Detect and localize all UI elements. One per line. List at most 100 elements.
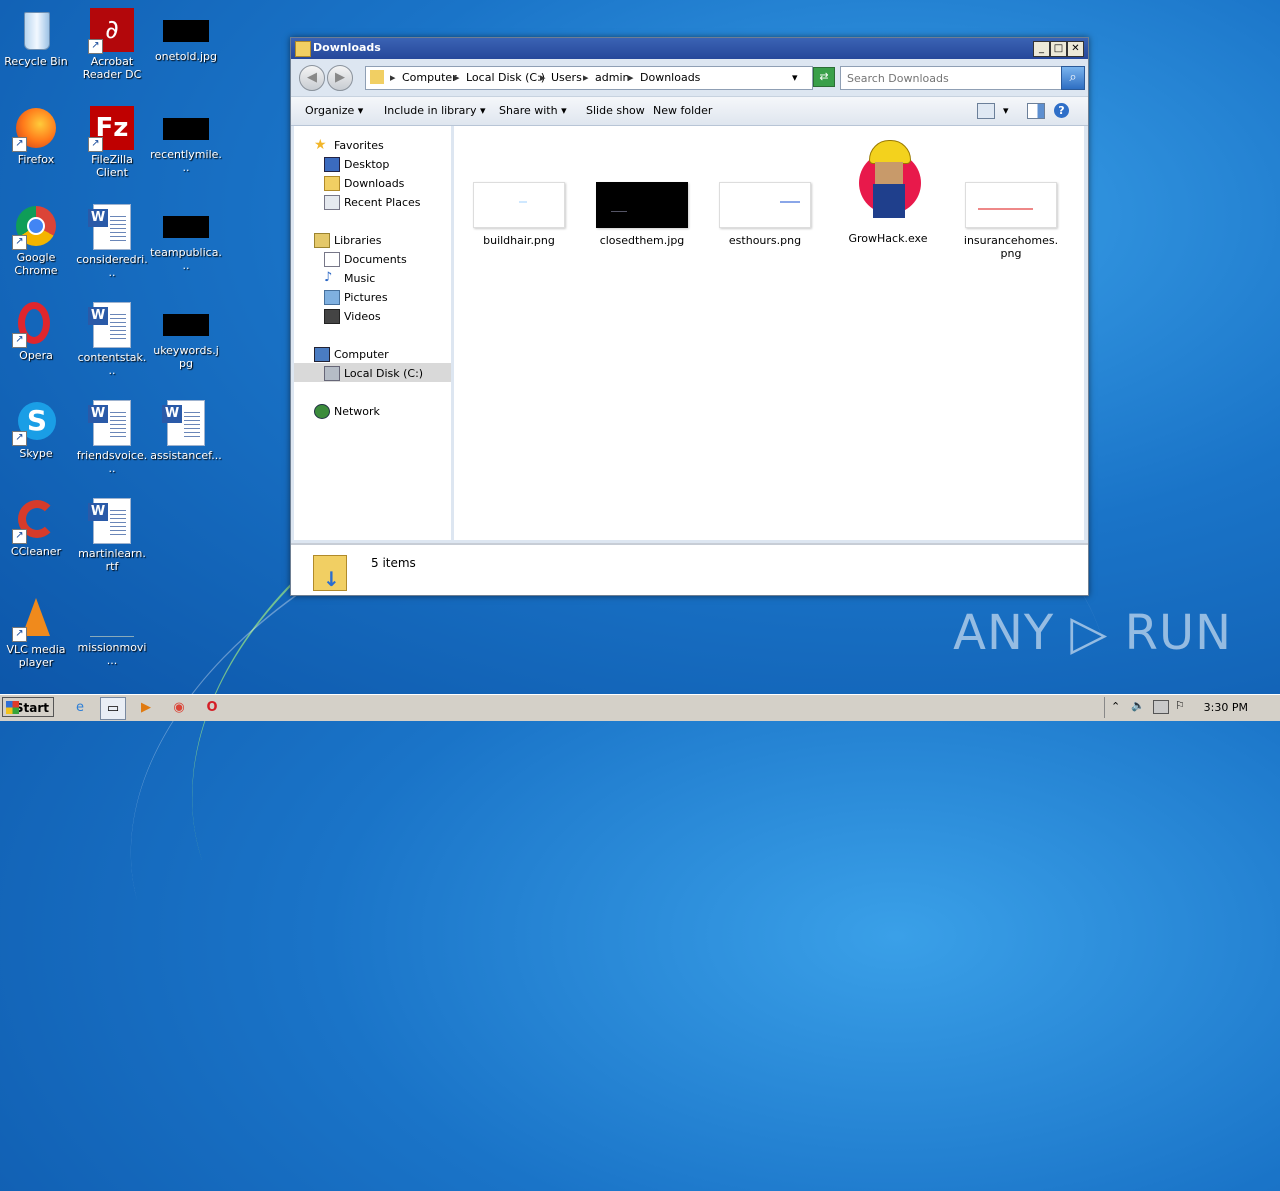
- image-thumbnail: [163, 216, 209, 238]
- folder-icon: [295, 41, 311, 57]
- help-icon[interactable]: ?: [1054, 103, 1069, 118]
- organize-button[interactable]: Organize ▾: [305, 104, 363, 117]
- blank-thumbnail: [90, 614, 134, 637]
- image-thumbnail: [163, 118, 209, 140]
- watermark-logo: ANY ▷ RUN: [953, 605, 1232, 661]
- file-name: insurancehomes.png: [963, 234, 1059, 260]
- windows-logo-icon: [6, 701, 19, 714]
- clock[interactable]: 3:30 PM: [1204, 701, 1248, 714]
- explorer-window[interactable]: Downloads _ □ ✕ ◀ ▶ ▸ Computer ▸ Local D…: [290, 37, 1089, 596]
- forward-button[interactable]: ▶: [327, 65, 353, 91]
- address-dropdown-icon[interactable]: ▾: [792, 71, 798, 84]
- breadcrumb-local-disk[interactable]: Local Disk (C:): [466, 71, 545, 84]
- desktop-icon-label: teampublica...: [150, 246, 222, 272]
- desktop-icon-file[interactable]: missionmovi...: [76, 596, 148, 667]
- desktop-icon-label: assistancef...: [150, 449, 222, 462]
- desktop-icon-label: recentlymile...: [150, 148, 222, 174]
- desktop-icon-image[interactable]: ukeywords.jpg: [150, 302, 222, 370]
- desktop-icon-firefox[interactable]: ↗ Firefox: [0, 106, 72, 166]
- breadcrumb-admin[interactable]: admin: [595, 71, 629, 84]
- chrome-taskbar-icon[interactable]: ◉: [167, 697, 191, 718]
- firefox-icon: ↗: [12, 106, 58, 152]
- desktop-icon-vlc[interactable]: ↗ VLC media player: [0, 596, 72, 669]
- change-view-icon[interactable]: [977, 103, 995, 119]
- nav-pictures[interactable]: Pictures: [344, 291, 388, 304]
- file-name: buildhair.png: [483, 234, 555, 247]
- desktop-icon: [324, 157, 340, 172]
- internet-explorer-icon[interactable]: e: [68, 697, 92, 718]
- chrome-icon: ↗: [12, 204, 58, 250]
- search-box[interactable]: [840, 66, 1062, 90]
- shortcut-arrow-icon: ↗: [12, 529, 27, 544]
- desktop-icon-image[interactable]: teampublica...: [150, 204, 222, 272]
- navigation-pane: ★ Favorites Desktop Downloads Recent Pla…: [294, 126, 451, 540]
- nav-videos[interactable]: Videos: [344, 310, 381, 323]
- nav-documents[interactable]: Documents: [344, 253, 407, 266]
- desktop-icon-opera[interactable]: ↗ Opera: [0, 302, 72, 362]
- include-in-library-button[interactable]: Include in library ▾: [384, 104, 485, 117]
- explorer-taskbar-icon[interactable]: ▭: [100, 697, 126, 720]
- nav-music[interactable]: Music: [344, 272, 375, 285]
- opera-taskbar-icon[interactable]: O: [200, 697, 224, 718]
- nav-network[interactable]: Network: [334, 405, 380, 418]
- share-label: Share with: [499, 104, 558, 117]
- view-dropdown-icon[interactable]: ▾: [1003, 104, 1009, 117]
- new-folder-button[interactable]: New folder: [653, 104, 712, 117]
- network-tray-icon[interactable]: [1153, 700, 1169, 714]
- nav-desktop[interactable]: Desktop: [344, 158, 389, 171]
- media-player-icon[interactable]: ▶: [134, 697, 158, 718]
- minimize-button[interactable]: _: [1033, 41, 1050, 57]
- show-hidden-icons-icon[interactable]: ⌃: [1111, 700, 1120, 713]
- file-item[interactable]: insurancehomes.png: [961, 182, 1061, 260]
- nav-computer[interactable]: Computer: [334, 348, 389, 361]
- close-button[interactable]: ✕: [1067, 41, 1084, 57]
- search-input[interactable]: [845, 68, 1049, 88]
- desktop-icon-skype[interactable]: S ↗ Skype: [0, 400, 72, 460]
- desktop-icon-word-doc[interactable]: W consideredri...: [76, 204, 148, 279]
- taskbar: Start e ▭ ▶ ◉ O ⌃ 🔈 ⚐ 3:30 PM: [0, 694, 1280, 721]
- nav-recent-places[interactable]: Recent Places: [344, 196, 421, 209]
- pictures-icon: [324, 290, 340, 305]
- desktop-icon-filezilla[interactable]: Fz ↗ FileZilla Client: [76, 106, 148, 179]
- desktop-icon-word-doc[interactable]: W martinlearn.rtf: [76, 498, 148, 573]
- desktop-icon-word-doc[interactable]: W friendsvoice...: [76, 400, 148, 475]
- file-item[interactable]: GrowHack.exe: [838, 136, 938, 245]
- organize-label: Organize: [305, 104, 355, 117]
- desktop-icon-image[interactable]: recentlymile...: [150, 106, 222, 174]
- share-with-button[interactable]: Share with ▾: [499, 104, 567, 117]
- maximize-button[interactable]: □: [1050, 41, 1067, 57]
- back-button[interactable]: ◀: [299, 65, 325, 91]
- nav-favorites[interactable]: Favorites: [334, 139, 384, 152]
- action-center-flag-icon[interactable]: ⚐: [1175, 699, 1185, 712]
- volume-icon[interactable]: 🔈: [1131, 699, 1145, 712]
- desktop-icon-word-doc[interactable]: W contentstak...: [76, 302, 148, 377]
- file-item[interactable]: buildhair.png: [469, 182, 569, 247]
- refresh-button[interactable]: ⇄: [813, 67, 835, 87]
- breadcrumb-separator-icon: ▸: [628, 71, 634, 84]
- desktop-icon-recycle-bin[interactable]: Recycle Bin: [0, 8, 72, 68]
- start-button[interactable]: Start: [2, 697, 54, 717]
- desktop-icon-image[interactable]: onetold.jpg: [150, 8, 222, 63]
- file-item[interactable]: esthours.png: [715, 182, 815, 247]
- nav-local-disk[interactable]: Local Disk (C:): [344, 367, 423, 380]
- preview-pane-icon[interactable]: [1027, 103, 1045, 119]
- breadcrumb-computer[interactable]: Computer: [402, 71, 457, 84]
- file-item[interactable]: closedthem.jpg: [592, 182, 692, 247]
- image-thumbnail: [719, 182, 811, 228]
- image-thumbnail: [965, 182, 1057, 228]
- include-label: Include in library: [384, 104, 477, 117]
- nav-libraries[interactable]: Libraries: [334, 234, 382, 247]
- address-bar[interactable]: ▸ Computer ▸ Local Disk (C:) ▸ Users ▸ a…: [365, 66, 813, 90]
- libraries-icon: [314, 233, 330, 248]
- search-icon[interactable]: ⌕: [1061, 66, 1085, 90]
- desktop-icon-ccleaner[interactable]: ↗ CCleaner: [0, 498, 72, 558]
- desktop-icon-word-doc[interactable]: W assistancef...: [150, 400, 222, 462]
- desktop-icon-acrobat[interactable]: ∂ ↗ Acrobat Reader DC: [76, 8, 148, 81]
- slide-show-button[interactable]: Slide show: [586, 104, 645, 117]
- recycle-bin-icon: [14, 8, 58, 52]
- desktop-icon-chrome[interactable]: ↗ Google Chrome: [0, 204, 72, 277]
- nav-downloads[interactable]: Downloads: [344, 177, 404, 190]
- breadcrumb-users[interactable]: Users: [551, 71, 582, 84]
- title-bar[interactable]: Downloads _ □ ✕: [291, 38, 1088, 59]
- breadcrumb-downloads[interactable]: Downloads: [640, 71, 700, 84]
